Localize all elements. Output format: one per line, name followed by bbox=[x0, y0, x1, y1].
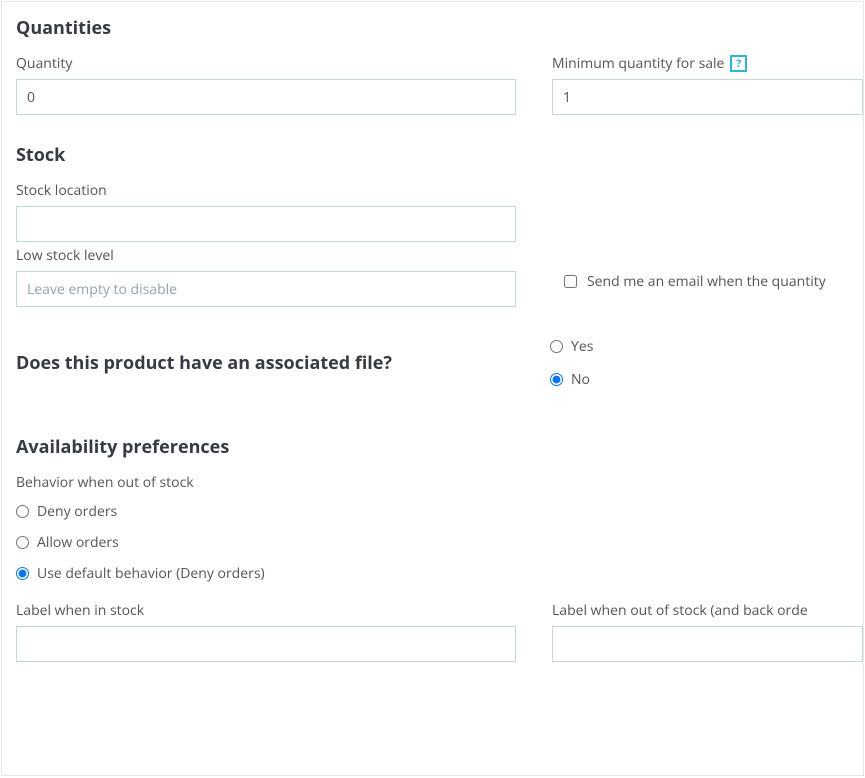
behavior-options: Deny orders Allow orders Use default beh… bbox=[16, 502, 863, 583]
form-panel: Quantities Quantity Minimum quantity for… bbox=[1, 1, 864, 776]
quantity-group: Quantity bbox=[16, 54, 552, 115]
out-stock-group: Label when out of stock (and back orde bbox=[552, 601, 863, 662]
low-stock-input[interactable] bbox=[16, 271, 516, 307]
behavior-default-label: Use default behavior (Deny orders) bbox=[37, 564, 265, 583]
stock-labels-row: Label when in stock Label when out of st… bbox=[16, 601, 863, 662]
behavior-deny-radio[interactable] bbox=[16, 505, 29, 518]
low-stock-label: Low stock level bbox=[16, 246, 516, 265]
email-alert-label: Send me an email when the quantity bbox=[587, 272, 826, 291]
email-alert-checkbox[interactable] bbox=[564, 275, 577, 288]
stock-location-label: Stock location bbox=[16, 181, 516, 200]
behavior-allow-radio[interactable] bbox=[16, 536, 29, 549]
associated-yes-row[interactable]: Yes bbox=[550, 337, 863, 356]
low-stock-row: Low stock level Send me an email when th… bbox=[16, 246, 863, 307]
behavior-label: Behavior when out of stock bbox=[16, 473, 863, 492]
min-qty-group: Minimum quantity for sale ? bbox=[552, 54, 863, 115]
associated-no-row[interactable]: No bbox=[550, 370, 863, 389]
in-stock-input[interactable] bbox=[16, 626, 516, 662]
quantities-heading: Quantities bbox=[16, 16, 863, 40]
in-stock-group: Label when in stock bbox=[16, 601, 552, 662]
min-qty-input[interactable] bbox=[552, 79, 863, 115]
email-alert-group: Send me an email when the quantity bbox=[564, 262, 826, 291]
stock-location-group: Stock location bbox=[16, 181, 516, 242]
stock-heading: Stock bbox=[16, 143, 863, 167]
help-icon[interactable]: ? bbox=[730, 55, 747, 72]
associated-file-heading-wrap: Does this product have an associated fil… bbox=[16, 351, 550, 375]
associated-no-radio[interactable] bbox=[550, 373, 563, 386]
min-qty-label: Minimum quantity for sale ? bbox=[552, 54, 863, 73]
associated-file-heading: Does this product have an associated fil… bbox=[16, 351, 550, 375]
associated-yes-label: Yes bbox=[571, 337, 593, 356]
behavior-deny-row[interactable]: Deny orders bbox=[16, 502, 863, 521]
behavior-default-row[interactable]: Use default behavior (Deny orders) bbox=[16, 564, 863, 583]
low-stock-group: Low stock level bbox=[16, 246, 516, 307]
quantity-label: Quantity bbox=[16, 54, 516, 73]
in-stock-label: Label when in stock bbox=[16, 601, 516, 620]
associated-file-row: Does this product have an associated fil… bbox=[16, 337, 863, 389]
associated-yes-radio[interactable] bbox=[550, 340, 563, 353]
associated-no-label: No bbox=[571, 370, 590, 389]
behavior-default-radio[interactable] bbox=[16, 567, 29, 580]
quantities-row: Quantity Minimum quantity for sale ? bbox=[16, 54, 863, 115]
behavior-deny-label: Deny orders bbox=[37, 502, 117, 521]
min-qty-label-text: Minimum quantity for sale bbox=[552, 54, 724, 73]
quantity-input[interactable] bbox=[16, 79, 516, 115]
out-stock-input[interactable] bbox=[552, 626, 863, 662]
availability-section: Availability preferences Behavior when o… bbox=[16, 435, 863, 662]
associated-file-options: Yes No bbox=[550, 337, 863, 389]
stock-location-input[interactable] bbox=[16, 206, 516, 242]
out-stock-label: Label when out of stock (and back orde bbox=[552, 601, 863, 620]
stock-section: Stock Stock location Low stock level Sen… bbox=[16, 143, 863, 307]
behavior-allow-row[interactable]: Allow orders bbox=[16, 533, 863, 552]
behavior-allow-label: Allow orders bbox=[37, 533, 119, 552]
availability-heading: Availability preferences bbox=[16, 435, 863, 459]
